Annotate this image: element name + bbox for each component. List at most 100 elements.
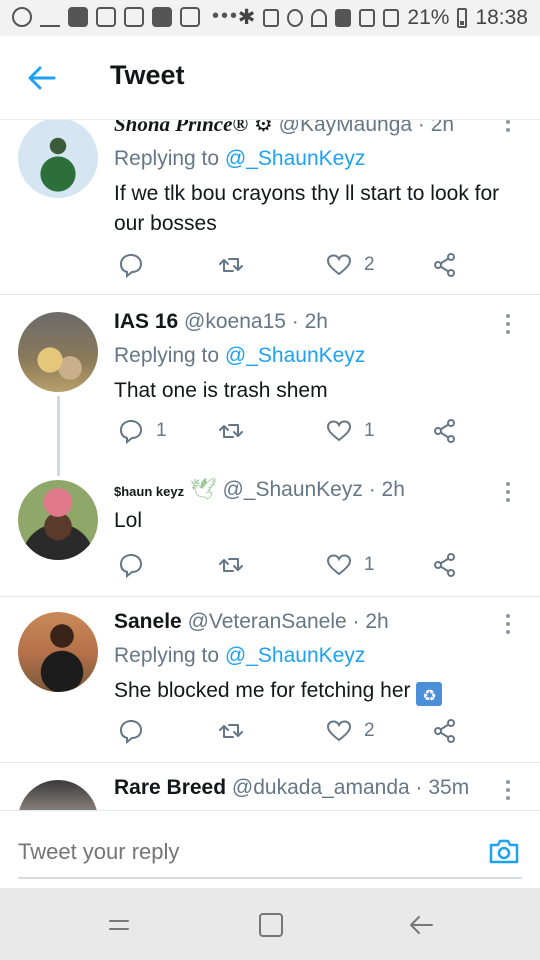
reply-list[interactable]: Shona Prince® ⚙ @KayMaunga · 2h Replying… xyxy=(0,120,540,810)
reply-icon xyxy=(119,419,143,444)
heart-icon xyxy=(326,420,352,442)
reply-button[interactable]: 1 xyxy=(118,416,167,446)
share-button[interactable] xyxy=(432,716,458,746)
home-icon[interactable] xyxy=(256,910,286,940)
avatar[interactable] xyxy=(18,120,98,198)
like-count: 1 xyxy=(364,420,375,441)
avatar[interactable] xyxy=(18,612,98,692)
like-button[interactable]: 1 xyxy=(326,416,375,446)
tweet[interactable]: $haun keyz 🕊 @_ShaunKeyz · 2h Lol 1 xyxy=(0,478,540,594)
share-icon xyxy=(434,553,455,577)
more-options-icon[interactable] xyxy=(506,614,512,636)
thread-connector xyxy=(57,396,60,476)
tweet-meta: Shona Prince® ⚙ @KayMaunga · 2h xyxy=(114,120,522,137)
clock: 18:38 xyxy=(475,5,528,29)
replying-label: Replying to xyxy=(114,344,220,367)
tweet-meta: IAS 16 @koena15 · 2h xyxy=(114,310,522,334)
like-button[interactable]: 1 xyxy=(326,550,375,580)
signal-icon xyxy=(383,8,400,27)
tweet-time: · 2h xyxy=(352,610,389,633)
message-icon xyxy=(68,6,88,27)
tweet-actions: 2 xyxy=(114,716,474,746)
replying-to: Replying to @_ShaunKeyz xyxy=(114,644,522,668)
more-options-icon[interactable] xyxy=(506,482,512,504)
divider xyxy=(0,596,540,597)
tweet-time: · 2h xyxy=(291,310,328,333)
replying-label: Replying to xyxy=(114,147,220,170)
share-icon xyxy=(434,419,455,443)
like-button[interactable]: 2 xyxy=(326,716,375,746)
system-icons: ✱ 21% 18:38 xyxy=(238,5,528,30)
gmail-icon xyxy=(124,6,144,27)
reply-icon xyxy=(119,719,143,744)
reply-button[interactable] xyxy=(118,716,156,746)
more-options-icon[interactable] xyxy=(506,120,512,134)
replying-handle-link[interactable]: @_ShaunKeyz xyxy=(225,644,365,667)
retweet-icon xyxy=(219,558,243,572)
dove-emoji-icon: 🕊 xyxy=(189,478,217,501)
retweet-button[interactable] xyxy=(218,416,256,446)
user-handle[interactable]: @dukada_amanda xyxy=(232,776,410,799)
display-name[interactable]: Sanele xyxy=(114,610,182,633)
tweet-time: · 35m xyxy=(415,776,470,799)
display-name[interactable]: Rare Breed xyxy=(114,776,226,799)
retweet-icon xyxy=(219,424,243,438)
bluetooth-icon: ✱ xyxy=(237,6,256,29)
tweet[interactable]: Rare Breed @dukada_amanda · 35m xyxy=(0,776,540,810)
display-name[interactable]: Shona Prince® xyxy=(114,120,248,136)
tweet-actions: 2 xyxy=(114,250,474,280)
reply-input[interactable] xyxy=(18,837,522,867)
retweet-button[interactable] xyxy=(218,250,256,280)
user-handle[interactable]: @koena15 xyxy=(184,310,286,333)
replying-handle-link[interactable]: @_ShaunKeyz xyxy=(225,147,365,170)
avatar[interactable] xyxy=(18,312,98,392)
back-arrow-icon[interactable] xyxy=(26,62,58,94)
reply-button[interactable] xyxy=(118,550,156,580)
tweet-text-row: She blocked me for fetching her ♻ xyxy=(114,676,522,706)
like-count: 1 xyxy=(364,554,375,575)
retweet-button[interactable] xyxy=(218,550,256,580)
share-button[interactable] xyxy=(432,250,458,280)
divider xyxy=(0,294,540,295)
tweet-meta: Rare Breed @dukada_amanda · 35m xyxy=(114,776,522,800)
tweet[interactable]: IAS 16 @koena15 · 2h Replying to @_Shaun… xyxy=(0,310,540,470)
user-handle[interactable]: @KayMaunga xyxy=(279,120,412,136)
user-handle[interactable]: @VeteranSanele xyxy=(188,610,347,633)
whatsapp-icon xyxy=(12,6,32,27)
upload-icon xyxy=(40,7,60,27)
back-nav-icon[interactable] xyxy=(406,910,436,940)
notification-icons: ••• xyxy=(12,5,239,28)
share-button[interactable] xyxy=(432,416,458,446)
avatar[interactable] xyxy=(18,480,98,560)
camera-icon[interactable] xyxy=(488,835,520,867)
system-navigation-bar xyxy=(0,888,540,960)
instagram-icon xyxy=(96,6,116,27)
tweet-text: If we tlk bou crayons thy ll start to lo… xyxy=(114,182,500,235)
display-name[interactable]: $haun keyz xyxy=(114,484,184,499)
retweet-icon xyxy=(219,724,243,738)
like-count: 2 xyxy=(364,720,375,741)
tweet-text: She blocked me for fetching her xyxy=(114,679,411,702)
tweet-text: Lol xyxy=(114,509,143,532)
tweet-actions: 1 1 xyxy=(114,416,474,446)
retweet-button[interactable] xyxy=(218,716,256,746)
share-button[interactable] xyxy=(432,550,458,580)
news-icon xyxy=(152,6,172,27)
user-handle[interactable]: @_ShaunKeyz xyxy=(222,478,362,501)
tweet-actions: 1 xyxy=(114,550,474,580)
avatar[interactable] xyxy=(18,780,98,810)
tweet[interactable]: Shona Prince® ⚙ @KayMaunga · 2h Replying… xyxy=(0,120,540,294)
more-options-icon[interactable] xyxy=(506,780,512,802)
replying-handle-link[interactable]: @_ShaunKeyz xyxy=(225,344,365,367)
recent-apps-icon[interactable] xyxy=(104,910,134,940)
like-button[interactable]: 2 xyxy=(326,250,375,280)
tweet[interactable]: Sanele @VeteranSanele · 2h Replying to @… xyxy=(0,610,540,760)
reply-button[interactable] xyxy=(118,250,156,280)
more-options-icon[interactable] xyxy=(506,314,512,336)
share-icon xyxy=(434,719,455,743)
tweet-meta: Sanele @VeteranSanele · 2h xyxy=(114,610,522,634)
display-name[interactable]: IAS 16 xyxy=(114,310,178,333)
replying-label: Replying to xyxy=(114,644,220,667)
heart-icon xyxy=(326,554,352,576)
verified-gear-icon: ⚙ xyxy=(253,120,273,136)
